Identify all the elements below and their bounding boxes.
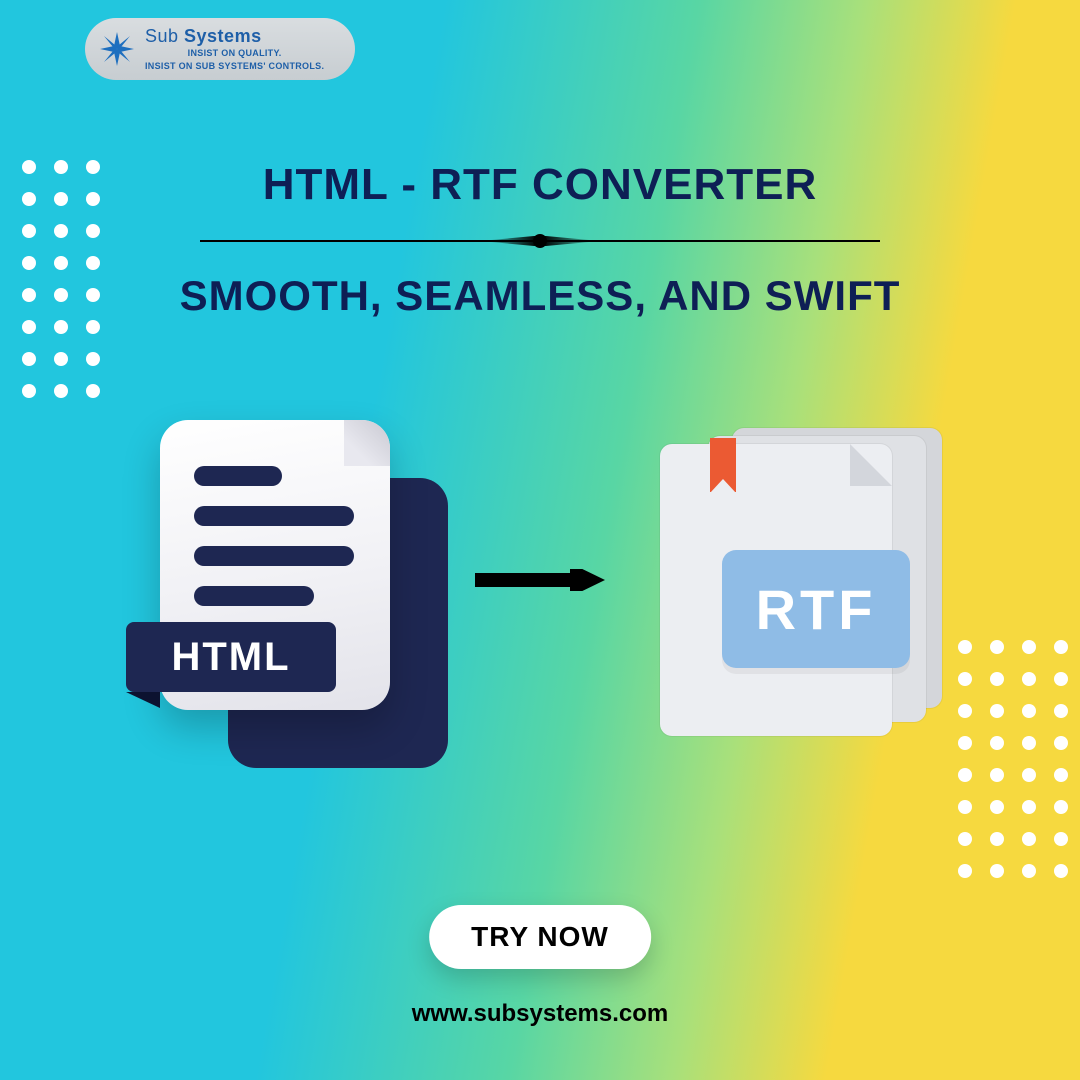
conversion-row: HTML RTF — [0, 420, 1080, 740]
bookmark-icon — [710, 438, 736, 492]
promo-canvas: Sub Systems INSIST ON QUALITY. INSIST ON… — [0, 0, 1080, 1080]
headline-subtitle: SMOOTH, SEAMLESS, AND SWIFT — [0, 272, 1080, 320]
brand-logo: Sub Systems INSIST ON QUALITY. INSIST ON… — [85, 18, 355, 80]
try-now-button[interactable]: TRY NOW — [429, 905, 651, 969]
arrow-right-icon — [475, 569, 605, 591]
brand-star-icon — [97, 29, 137, 69]
html-document-icon: HTML — [160, 420, 420, 740]
brand-tagline-2: INSIST ON SUB SYSTEMS' CONTROLS. — [145, 62, 324, 71]
divider-ornament — [200, 240, 880, 242]
brand-name: Sub Systems — [145, 27, 324, 45]
brand-tagline-1: INSIST ON QUALITY. — [145, 49, 324, 58]
rtf-label: RTF — [756, 577, 877, 642]
footer-url: www.subsystems.com — [412, 1000, 669, 1028]
rtf-document-icon: RTF — [660, 420, 920, 740]
headline-title: HTML - RTF CONVERTER — [0, 160, 1080, 210]
html-label: HTML — [171, 635, 290, 680]
